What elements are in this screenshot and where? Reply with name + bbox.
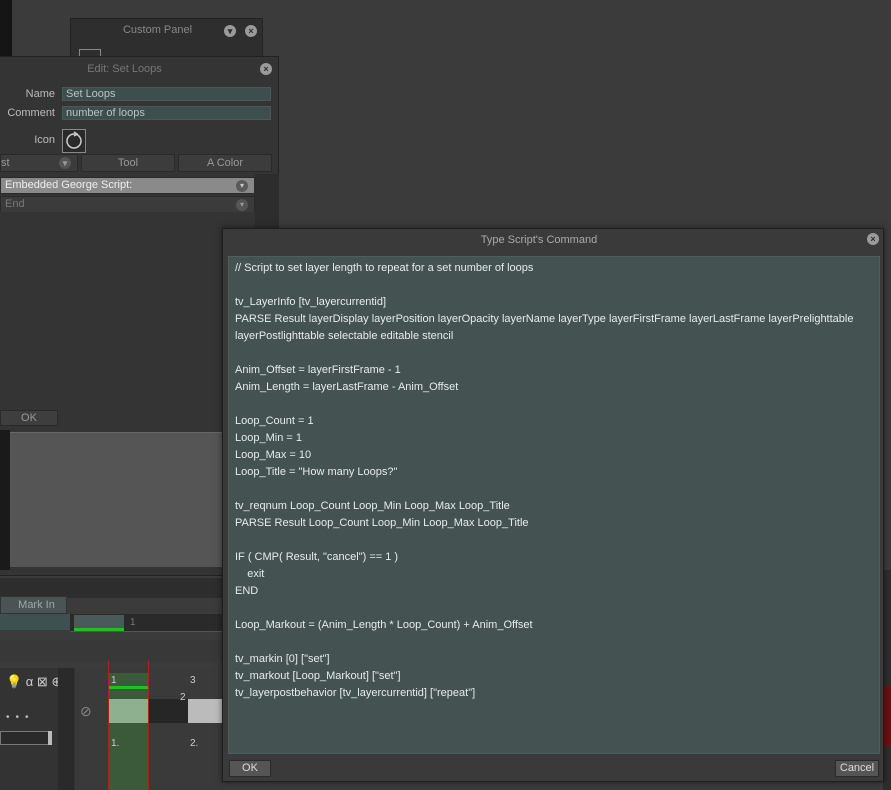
edit-panel-title: Edit: Set Loops xyxy=(87,63,162,75)
mark-in-button[interactable]: Mark In xyxy=(0,596,67,614)
frame-range-bar xyxy=(108,686,148,689)
frame-number: 1 xyxy=(111,675,117,686)
chevron-down-icon[interactable]: ▾ xyxy=(236,180,248,192)
frame-number: 2. xyxy=(190,738,199,749)
close-icon[interactable]: × xyxy=(245,25,257,37)
name-label: Name xyxy=(25,88,55,100)
frame-cell[interactable] xyxy=(108,699,148,723)
frame-cell[interactable] xyxy=(188,699,225,723)
background-canvas xyxy=(0,0,12,56)
mark-out-line xyxy=(148,660,149,790)
column-header-color[interactable]: A Color xyxy=(178,154,272,172)
comment-label: Comment xyxy=(7,107,55,119)
close-icon[interactable]: × xyxy=(867,233,879,245)
close-icon[interactable]: × xyxy=(260,63,272,75)
timeline-strip xyxy=(0,614,70,630)
layer-scrollbar[interactable] xyxy=(58,668,74,790)
timeline-frames[interactable] xyxy=(75,668,225,790)
timeline-header xyxy=(0,578,225,598)
layer-dots: ••• xyxy=(6,712,35,723)
list-item-end[interactable]: End ▾ xyxy=(0,196,255,213)
instruction-list xyxy=(0,212,255,404)
chevron-down-icon[interactable]: ▾ xyxy=(236,199,248,211)
background-canvas xyxy=(883,570,891,790)
custom-panel: Custom Panel ▾ × xyxy=(70,18,263,61)
opacity-slider[interactable] xyxy=(0,731,52,745)
ok-button[interactable]: OK xyxy=(229,760,271,777)
icon-label: Icon xyxy=(34,134,55,146)
name-field[interactable]: Set Loops xyxy=(62,87,271,101)
slider-handle[interactable] xyxy=(48,731,52,745)
frame-number: 1. xyxy=(111,738,120,749)
ruler-range-bar xyxy=(74,628,124,631)
column-header-tool[interactable]: Tool xyxy=(81,154,175,172)
preview-area xyxy=(10,432,225,567)
hide-layer-icon[interactable]: ⊘ xyxy=(80,703,92,720)
chevron-down-icon[interactable]: ▾ xyxy=(59,157,71,169)
type-script-command-dialog: Type Script's Command × // Script to set… xyxy=(222,228,884,782)
script-editor[interactable]: // Script to set layer length to repeat … xyxy=(228,256,880,754)
refresh-icon[interactable] xyxy=(62,129,86,153)
ruler-mark: 1 xyxy=(130,617,136,628)
chevron-down-icon[interactable]: ▾ xyxy=(224,25,236,37)
frame-number: 2 xyxy=(180,692,186,703)
frame-marker xyxy=(883,686,891,746)
layer-tool-icons[interactable]: 💡 α ⊠ ⊕ xyxy=(6,674,62,690)
list-item-embedded-script[interactable]: Embedded George Script: ▾ xyxy=(0,177,255,194)
edit-ok-button[interactable]: OK xyxy=(0,410,58,426)
comment-field[interactable]: number of loops xyxy=(62,106,271,120)
column-header-list[interactable]: st ▾ xyxy=(0,154,78,172)
mark-in-line xyxy=(108,660,109,790)
cancel-button[interactable]: Cancel xyxy=(835,760,879,777)
frame-cell-current[interactable] xyxy=(108,673,148,790)
timeline-toolbar xyxy=(0,640,225,662)
background-canvas xyxy=(0,430,10,570)
dialog-title: Type Script's Command xyxy=(480,234,598,246)
frame-number: 3 xyxy=(190,675,196,686)
